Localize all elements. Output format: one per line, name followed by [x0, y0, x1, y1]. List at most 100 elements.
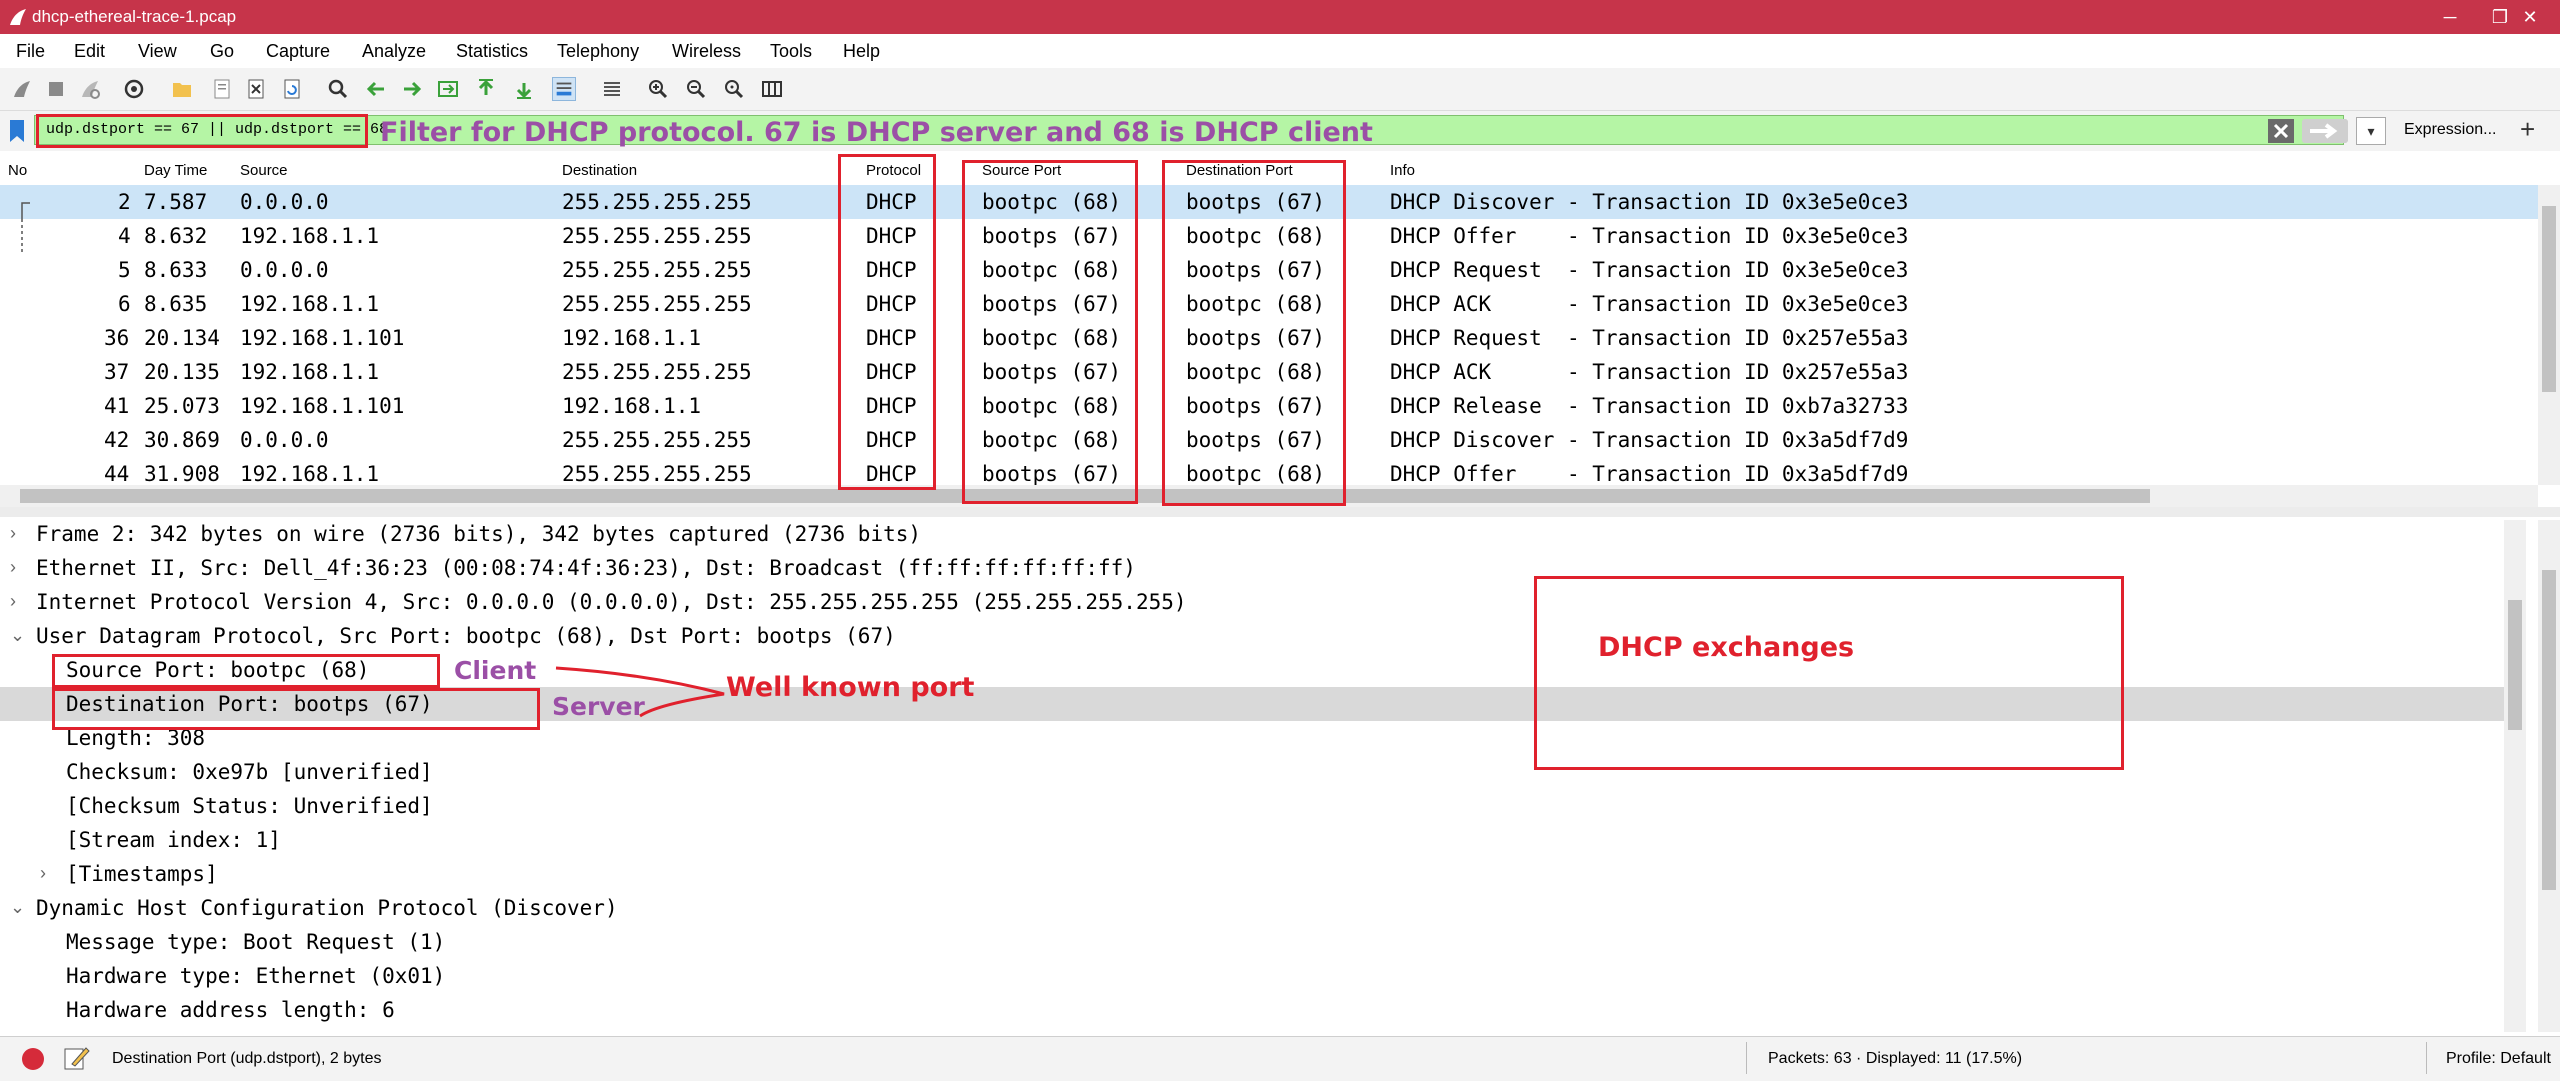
details-vscroll-thumb[interactable] [2542, 570, 2556, 890]
menu-file[interactable]: File [16, 41, 45, 62]
col-header-no[interactable]: No [8, 162, 27, 179]
annotation-box-source-port [962, 160, 1138, 504]
autoscroll-icon[interactable] [552, 77, 576, 101]
stop-capture-icon[interactable] [44, 77, 68, 101]
menu-wireless[interactable]: Wireless [672, 41, 741, 62]
details-inner-vscroll-thumb[interactable] [2508, 600, 2522, 730]
expand-arrow-icon[interactable]: › [10, 557, 16, 578]
packet-list-vscroll-thumb[interactable] [2542, 206, 2556, 392]
detail-row-checksum[interactable]: Checksum: 0xe97b [unverified] [0, 755, 2504, 789]
capture-options-icon[interactable] [122, 77, 146, 101]
cell-time: 8.635 [144, 292, 208, 316]
detail-text: Hardware type: Ethernet (0x01) [66, 964, 446, 988]
cell-destination: 255.255.255.255 [562, 360, 752, 384]
status-bar [0, 1036, 2560, 1081]
detail-row-hardware-address-length[interactable]: Hardware address length: 6 [0, 993, 2504, 1027]
detail-text: Checksum: 0xe97b [unverified] [66, 760, 433, 784]
menu-go[interactable]: Go [210, 41, 234, 62]
expand-arrow-icon[interactable]: › [10, 591, 16, 612]
detail-row-frame[interactable]: › Frame 2: 342 bytes on wire (2736 bits)… [0, 517, 2504, 551]
colorize-icon[interactable] [600, 77, 624, 101]
reload-file-icon[interactable] [280, 77, 304, 101]
cell-source: 192.168.1.1 [240, 462, 380, 485]
annotation-box-dhcp-exchanges [1534, 576, 2124, 770]
menu-analyze[interactable]: Analyze [362, 41, 426, 62]
status-divider [1746, 1042, 1747, 1074]
cell-destination: 255.255.255.255 [562, 224, 752, 248]
annotation-well-known-port: Well known port [726, 672, 975, 703]
annotation-box-source-port-detail [52, 654, 440, 688]
col-header-info[interactable]: Info [1390, 162, 1415, 179]
detail-row-timestamps[interactable]: › [Timestamps] [0, 857, 2504, 891]
edit-comment-icon[interactable] [62, 1044, 90, 1072]
cell-source: 0.0.0.0 [240, 190, 329, 214]
cell-info: DHCP Discover - Transaction ID 0x3e5e0ce… [1390, 190, 1909, 214]
menu-edit[interactable]: Edit [74, 41, 105, 62]
go-forward-icon[interactable] [400, 77, 424, 101]
cell-source: 0.0.0.0 [240, 258, 329, 282]
cell-time: 8.632 [144, 224, 208, 248]
normal-size-icon[interactable] [722, 77, 746, 101]
detail-text: [Stream index: 1] [66, 828, 281, 852]
collapse-arrow-icon[interactable]: ⌄ [10, 897, 25, 918]
menu-telephony[interactable]: Telephony [557, 41, 639, 62]
filter-history-dropdown[interactable]: ▾ [2356, 117, 2386, 145]
capture-status-icon[interactable] [20, 1046, 46, 1072]
cell-no: 37 [104, 360, 130, 384]
save-file-icon[interactable] [210, 77, 234, 101]
go-back-icon[interactable] [364, 77, 388, 101]
status-profile[interactable]: Profile: Default [2446, 1050, 2551, 1068]
menu-statistics[interactable]: Statistics [456, 41, 528, 62]
cell-time: 31.908 [144, 462, 220, 485]
restart-capture-icon[interactable] [78, 77, 102, 101]
cell-no: 6 [118, 292, 131, 316]
cell-destination: 255.255.255.255 [562, 190, 752, 214]
cell-time: 7.587 [144, 190, 208, 214]
expression-button[interactable]: Expression... [2404, 121, 2496, 139]
annotation-box-protocol [838, 154, 936, 490]
cell-destination: 255.255.255.255 [562, 462, 752, 485]
start-capture-icon[interactable] [10, 77, 34, 101]
detail-row-udp[interactable]: ⌄ User Datagram Protocol, Src Port: boot… [0, 619, 2504, 653]
detail-row-ipv4[interactable]: › Internet Protocol Version 4, Src: 0.0.… [0, 585, 2504, 619]
detail-row-hardware-type[interactable]: Hardware type: Ethernet (0x01) [0, 959, 2504, 993]
close-file-icon[interactable] [244, 77, 268, 101]
open-file-icon[interactable] [170, 77, 194, 101]
cell-info: DHCP ACK - Transaction ID 0x3e5e0ce3 [1390, 292, 1909, 316]
zoom-in-icon[interactable] [646, 77, 670, 101]
menu-help[interactable]: Help [843, 41, 880, 62]
go-to-packet-icon[interactable] [436, 77, 460, 101]
clear-filter-icon[interactable] [2268, 119, 2294, 143]
menu-capture[interactable]: Capture [266, 41, 330, 62]
resize-columns-icon[interactable] [760, 77, 784, 101]
bookmark-icon[interactable] [8, 118, 26, 144]
last-packet-icon[interactable] [512, 77, 536, 101]
col-header-time[interactable]: Day Time [144, 162, 207, 179]
menu-view[interactable]: View [138, 41, 177, 62]
detail-row-ethernet[interactable]: › Ethernet II, Src: Dell_4f:36:23 (00:08… [0, 551, 2504, 585]
expand-arrow-icon[interactable]: › [40, 863, 46, 884]
col-header-source[interactable]: Source [240, 162, 288, 179]
expand-arrow-icon[interactable]: › [10, 523, 16, 544]
first-packet-icon[interactable] [474, 77, 498, 101]
detail-row-stream-index[interactable]: [Stream index: 1] [0, 823, 2504, 857]
details-inner-vscrollbar[interactable] [2504, 520, 2526, 1032]
cell-time: 8.633 [144, 258, 208, 282]
close-button[interactable]: ✕ [2500, 0, 2560, 34]
zoom-out-icon[interactable] [684, 77, 708, 101]
add-filter-button[interactable]: + [2520, 114, 2535, 145]
cell-time: 25.073 [144, 394, 220, 418]
pane-splitter[interactable] [0, 507, 2560, 517]
find-packet-icon[interactable] [326, 77, 350, 101]
apply-filter-icon[interactable] [2302, 119, 2348, 143]
cell-destination: 255.255.255.255 [562, 292, 752, 316]
packet-details-pane: › Frame 2: 342 bytes on wire (2736 bits)… [0, 517, 2538, 1033]
cell-no: 2 [118, 190, 131, 214]
detail-row-checksum-status[interactable]: [Checksum Status: Unverified] [0, 789, 2504, 823]
menu-tools[interactable]: Tools [770, 41, 812, 62]
detail-row-message-type[interactable]: Message type: Boot Request (1) [0, 925, 2504, 959]
cell-source: 192.168.1.101 [240, 326, 405, 350]
detail-row-dhcp[interactable]: ⌄ Dynamic Host Configuration Protocol (D… [0, 891, 2504, 925]
collapse-arrow-icon[interactable]: ⌄ [10, 625, 25, 646]
col-header-destination[interactable]: Destination [562, 162, 637, 179]
